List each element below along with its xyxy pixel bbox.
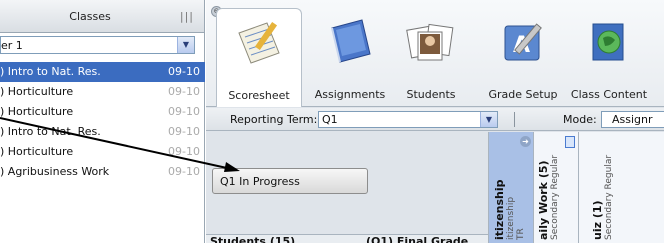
assignment-column-citizenship[interactable]: ➜ itizenship itizenship TR xyxy=(488,132,533,243)
column-subtitle: Secondary Regular xyxy=(604,154,614,240)
final-grade-column-header[interactable]: (Q1) Final Grade xyxy=(366,235,468,243)
term-status-label: Q1 In Progress xyxy=(220,175,300,188)
document-icon[interactable] xyxy=(565,136,575,148)
class-period: 09-10 xyxy=(168,145,200,158)
scoresheet-icon xyxy=(238,21,280,64)
tab-label: Grade Setup xyxy=(488,88,558,101)
class-row[interactable]: ) Horticulture 09-10 xyxy=(0,142,205,162)
reporting-term-value: Q1 xyxy=(322,113,338,126)
column-subtitle: TR xyxy=(516,228,526,240)
reporting-term-dropdown[interactable]: Q1 ▼ xyxy=(318,111,498,128)
class-name: ) Horticulture xyxy=(0,105,74,118)
divider xyxy=(514,112,515,127)
arrow-icon[interactable]: ➜ xyxy=(520,136,531,147)
students-column-header[interactable]: Students (15) xyxy=(210,235,295,243)
term-filter-value: er 1 xyxy=(1,39,23,52)
class-period: 09-10 xyxy=(168,165,200,178)
mode-value: Assignr xyxy=(612,113,653,126)
tab-scoresheet[interactable]: Scoresheet xyxy=(216,8,302,107)
class-row[interactable]: ) Horticulture 09-10 xyxy=(0,102,205,122)
reporting-term-bar: Reporting Term: Q1 ▼ Mode: Assignr xyxy=(206,108,664,131)
class-list: ) Intro to Nat. Res. 09-10 ) Horticultur… xyxy=(0,62,205,182)
classes-header: Classes ||| xyxy=(0,0,204,33)
chevron-down-icon[interactable]: ▼ xyxy=(480,112,497,127)
classes-pane: Classes ||| er 1 ▼ ) Intro to Nat. Res. … xyxy=(0,0,205,243)
tab-label: Scoresheet xyxy=(228,89,290,102)
class-row[interactable]: ) Horticulture 09-10 xyxy=(0,82,205,102)
class-period: 09-10 xyxy=(168,85,200,98)
term-filter-dropdown[interactable]: er 1 ▼ xyxy=(0,36,195,54)
tab-label: Students xyxy=(406,88,456,101)
class-period: 09-10 xyxy=(168,105,200,118)
class-row[interactable]: ) Agribusiness Work 09-10 xyxy=(0,162,205,182)
classes-title: Classes xyxy=(69,10,111,23)
reporting-term-label: Reporting Term: xyxy=(230,113,318,126)
tab-grade-setup[interactable]: A Grade Setup xyxy=(482,0,564,106)
column-subtitle: itizenship xyxy=(506,196,516,240)
grade-setup-icon: A xyxy=(504,23,542,61)
column-subtitle: Secondary Regular xyxy=(550,154,560,240)
tab-class-content[interactable]: Class Content xyxy=(568,0,650,106)
chevron-down-icon[interactable]: ▼ xyxy=(177,37,194,53)
class-row[interactable]: ) Intro to Nat. Res. 09-10 xyxy=(0,62,205,82)
column-title: uiz (1) xyxy=(591,200,604,240)
tab-assignments[interactable]: Assignments xyxy=(310,0,390,106)
class-name: ) Intro to Nat. Res. xyxy=(0,65,101,78)
term-status-button[interactable]: Q1 In Progress xyxy=(212,168,368,194)
tab-label: Assignments xyxy=(314,88,386,101)
grid-header: Students (15) (Q1) Final Grade xyxy=(206,234,488,243)
class-row[interactable]: ) Intro to Nat. Res. 09-10 xyxy=(0,122,205,142)
students-icon xyxy=(406,23,454,61)
class-name: ) Agribusiness Work xyxy=(0,165,110,178)
assignments-icon xyxy=(331,19,371,63)
class-name: ) Intro to Nat. Res. xyxy=(0,125,101,138)
tab-students[interactable]: Students xyxy=(396,0,466,106)
class-name: ) Horticulture xyxy=(0,85,74,98)
main-area: ⊖ Scoresheet Assignments xyxy=(206,0,664,243)
class-period: 09-10 xyxy=(168,125,200,138)
tab-label: Class Content xyxy=(570,88,648,101)
assignment-column-quiz[interactable]: uiz (1) Secondary Regular xyxy=(578,132,664,243)
class-content-icon xyxy=(592,23,624,61)
column-title: itizenship xyxy=(493,179,506,240)
mode-dropdown[interactable]: Assignr xyxy=(601,111,664,128)
toolbar: ⊖ Scoresheet Assignments xyxy=(206,0,664,107)
class-period: 09-10 xyxy=(168,65,200,78)
pane-grip-icon[interactable]: ||| xyxy=(180,10,194,23)
assignment-column-daily-work[interactable]: aily Work (5) Secondary Regular xyxy=(533,132,578,243)
mode-label: Mode: xyxy=(563,113,597,126)
column-title: aily Work (5) xyxy=(537,160,550,240)
class-name: ) Horticulture xyxy=(0,145,74,158)
